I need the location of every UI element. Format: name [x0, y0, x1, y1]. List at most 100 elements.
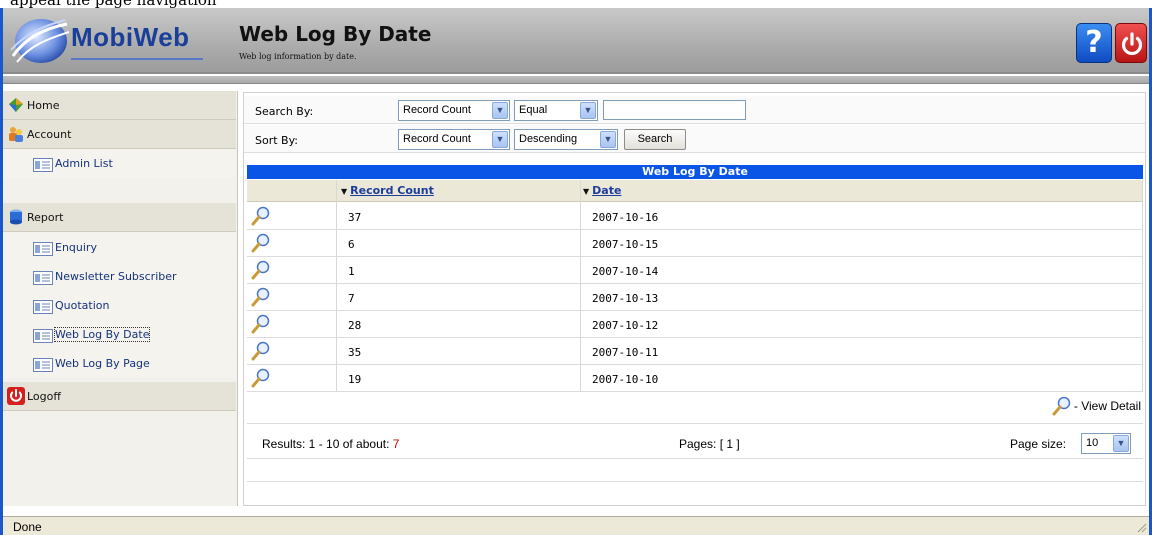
header-band	[3, 76, 1149, 84]
power-icon	[7, 387, 25, 405]
page-size-value: 10	[1086, 437, 1099, 449]
chevron-down-icon: ▼	[492, 131, 508, 148]
search-by-label: Search By:	[255, 105, 314, 118]
results-summary: Results: 1 - 10 of about: 7	[262, 437, 399, 451]
chevron-down-icon: ▼	[492, 102, 508, 119]
pages-indicator[interactable]: Pages: [ 1 ]	[679, 437, 740, 451]
sort-desc-icon: ▼	[583, 187, 590, 196]
page-size-select[interactable]: 10 ▼	[1081, 433, 1131, 454]
sidebar-item-label: Quotation	[55, 299, 110, 312]
record-count-cell: 35	[348, 346, 362, 359]
resize-grip-icon[interactable]	[1135, 521, 1147, 533]
page-size-label: Page size:	[1010, 437, 1067, 451]
magnifier-icon[interactable]	[251, 233, 271, 253]
logo-swirl-icon	[10, 19, 69, 63]
magnifier-icon	[1052, 396, 1071, 416]
list-icon	[33, 300, 53, 314]
date-cell: 2007-10-11	[592, 346, 659, 359]
column-header-label: Record Count	[350, 184, 434, 197]
logo-text: MobiWeb	[71, 22, 190, 52]
users-icon	[9, 127, 23, 142]
page-title: Web Log By Date	[239, 22, 432, 46]
document-strip: appeal the page navigation	[0, 0, 1152, 8]
date-cell: 2007-10-14	[592, 265, 659, 278]
main-content: Search By: Record Count ▼ Equal ▼ Sort B…	[243, 92, 1146, 506]
record-count-cell: 37	[348, 211, 362, 224]
magnifier-icon[interactable]	[251, 341, 271, 361]
database-icon	[10, 209, 22, 225]
table-row: 37 2007-10-16	[247, 203, 1143, 230]
sidebar-item-web-log-by-page[interactable]: Web Log By Page	[3, 349, 236, 378]
date-cell: 2007-10-10	[592, 373, 659, 386]
table-row: 6 2007-10-15	[247, 230, 1143, 257]
results-total: 7	[392, 437, 400, 451]
chevron-down-icon: ▼	[580, 102, 596, 119]
sidebar-item-logoff[interactable]: Logoff	[3, 382, 236, 411]
logo[interactable]: MobiWeb	[9, 16, 209, 66]
sort-direction-value: Descending	[519, 133, 578, 145]
date-cell: 2007-10-12	[592, 319, 659, 332]
table-row: 35 2007-10-11	[247, 338, 1143, 365]
list-icon	[33, 329, 53, 343]
chevron-down-icon: ▼	[1113, 435, 1129, 452]
sidebar-item-label: Web Log By Date	[53, 327, 151, 342]
sort-field-select[interactable]: Record Count ▼	[398, 129, 510, 150]
sidebar-item-account[interactable]: Account	[3, 120, 236, 149]
document-strip-text: appeal the page navigation	[10, 0, 217, 8]
chevron-down-icon: ▼	[600, 131, 616, 148]
search-row: Search By: Record Count ▼ Equal ▼	[244, 96, 1145, 124]
sort-by-label: Sort By:	[255, 134, 299, 147]
sidebar-item-report[interactable]: Report	[3, 203, 236, 232]
help-button[interactable]: ?	[1076, 23, 1112, 63]
table-row: 19 2007-10-10	[247, 365, 1143, 392]
legend-text: - View Detail	[1073, 399, 1141, 413]
column-header-record-count[interactable]: ▼ Record Count	[341, 184, 434, 197]
magnifier-icon[interactable]	[251, 368, 271, 388]
sidebar-item-label: Logoff	[27, 390, 61, 403]
page-header: MobiWeb Web Log By Date Web log informat…	[3, 8, 1149, 74]
sidebar-item-admin-list[interactable]: Admin List	[3, 149, 236, 178]
record-count-cell: 19	[348, 373, 362, 386]
sidebar-item-label: Newsletter Subscriber	[55, 270, 177, 283]
search-button[interactable]: Search	[624, 129, 686, 150]
sidebar-item-web-log-by-date[interactable]: Web Log By Date	[3, 320, 236, 349]
column-header-date[interactable]: ▼ Date	[583, 184, 621, 197]
sort-direction-select[interactable]: Descending ▼	[514, 129, 618, 150]
magnifier-icon[interactable]	[251, 314, 271, 334]
search-operator-select[interactable]: Equal ▼	[514, 100, 598, 121]
date-cell: 2007-10-13	[592, 292, 659, 305]
sidebar-item-quotation[interactable]: Quotation	[3, 291, 236, 320]
magnifier-icon[interactable]	[251, 206, 271, 226]
record-count-cell: 6	[348, 238, 355, 251]
list-icon	[33, 242, 53, 256]
magnifier-icon[interactable]	[251, 287, 271, 307]
sidebar-item-enquiry[interactable]: Enquiry	[3, 233, 236, 262]
power-icon	[1121, 32, 1143, 56]
grid-footer-divider	[247, 481, 1143, 482]
sidebar-item-home[interactable]: Home	[3, 91, 236, 120]
sort-field-value: Record Count	[403, 133, 471, 145]
search-field-select[interactable]: Record Count ▼	[398, 100, 510, 121]
help-question-icon: ?	[1085, 25, 1103, 60]
search-field-value: Record Count	[403, 104, 471, 116]
date-cell: 2007-10-15	[592, 238, 659, 251]
home-icon	[9, 98, 23, 112]
magnifier-icon[interactable]	[251, 260, 271, 280]
logoff-button[interactable]	[1115, 23, 1147, 63]
table-row: 28 2007-10-12	[247, 311, 1143, 338]
logo-underline	[71, 58, 203, 60]
sort-desc-icon: ▼	[341, 187, 348, 196]
table-row: 7 2007-10-13	[247, 284, 1143, 311]
sidebar-item-label: Admin List	[55, 157, 113, 170]
browser-window: MobiWeb Web Log By Date Web log informat…	[0, 8, 1152, 535]
results-prefix: Results: 1 - 10 of about:	[262, 437, 390, 451]
sidebar-item-newsletter-subscriber[interactable]: Newsletter Subscriber	[3, 262, 236, 291]
status-text: Done	[13, 520, 42, 534]
sidebar-item-label: Enquiry	[55, 241, 97, 254]
sidebar: Home Account Admin List Report Enquiry N…	[3, 91, 238, 506]
view-detail-legend: - View Detail	[1052, 396, 1141, 416]
record-count-cell: 7	[348, 292, 355, 305]
list-icon	[33, 271, 53, 285]
search-input[interactable]	[603, 100, 746, 120]
page-subtitle: Web log information by date.	[239, 52, 357, 61]
